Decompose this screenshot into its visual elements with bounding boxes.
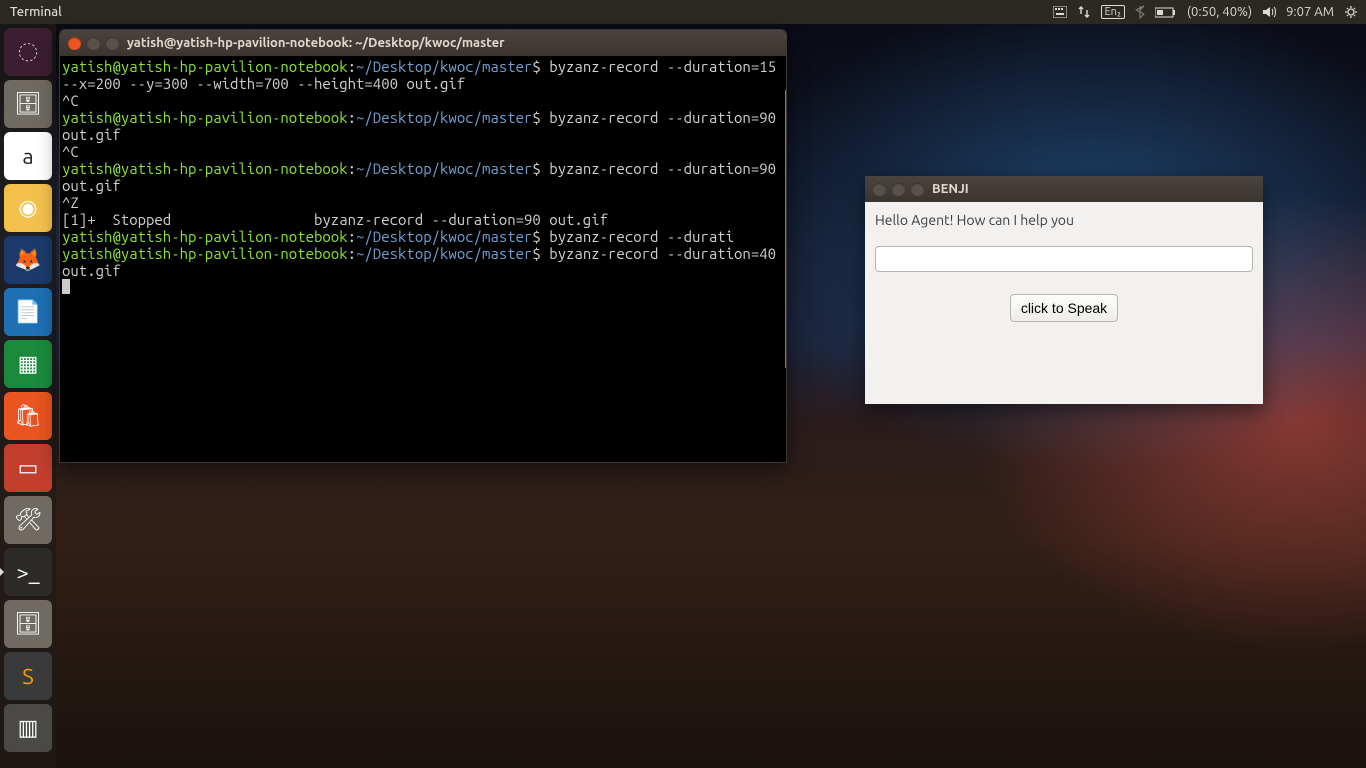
window-maximize-button[interactable]	[106, 37, 119, 50]
top-menubar: Terminal En₂ (0:50, 40%) 9:07 AM	[0, 0, 1366, 24]
clock-text: 9:07 AM	[1286, 5, 1334, 19]
terminal-titlebar[interactable]: yatish@yatish-hp-pavilion-notebook: ~/De…	[60, 30, 786, 56]
unity-launcher: ◌🗄a◉🦊📄▦🛍▭🛠>_🗄S▥	[0, 24, 56, 768]
launcher-software[interactable]: 🛍	[4, 392, 52, 440]
bluetooth-icon[interactable]	[1135, 5, 1145, 19]
network-icon[interactable]	[1077, 5, 1091, 19]
launcher-dash[interactable]: ◌	[4, 28, 52, 76]
window-close-button[interactable]	[873, 183, 886, 196]
benji-speak-button[interactable]: click to Speak	[1010, 294, 1118, 322]
window-close-button[interactable]	[68, 37, 81, 50]
gear-icon[interactable]	[1344, 5, 1358, 19]
keyboard-layout-indicator[interactable]: En₂	[1101, 5, 1125, 19]
window-minimize-button[interactable]	[87, 37, 100, 50]
menubar-app-title: Terminal	[4, 5, 62, 19]
system-tray: En₂ (0:50, 40%) 9:07 AM	[1053, 5, 1362, 19]
benji-greeting: Hello Agent! How can I help you	[875, 212, 1253, 228]
window-maximize-button[interactable]	[911, 183, 924, 196]
launcher-sublime[interactable]: S	[4, 652, 52, 700]
benji-titlebar[interactable]: BENJI	[865, 176, 1263, 202]
launcher-files2[interactable]: 🗄	[4, 600, 52, 648]
launcher-workspace[interactable]: ▥	[4, 704, 52, 752]
launcher-settings[interactable]: 🛠	[4, 496, 52, 544]
benji-title-text: BENJI	[932, 182, 969, 196]
launcher-impress[interactable]: ▭	[4, 444, 52, 492]
launcher-chrome[interactable]: ◉	[4, 184, 52, 232]
terminal-cursor	[62, 279, 70, 294]
volume-icon[interactable]	[1262, 6, 1276, 18]
terminal-body[interactable]: yatish@yatish-hp-pavilion-notebook:~/Des…	[60, 56, 786, 299]
launcher-terminal[interactable]: >_	[4, 548, 52, 596]
benji-input[interactable]	[875, 246, 1253, 272]
launcher-calc[interactable]: ▦	[4, 340, 52, 388]
terminal-window[interactable]: yatish@yatish-hp-pavilion-notebook: ~/De…	[59, 29, 787, 463]
launcher-amazon[interactable]: a	[4, 132, 52, 180]
battery-icon[interactable]	[1155, 7, 1177, 18]
benji-window[interactable]: BENJI Hello Agent! How can I help you cl…	[865, 176, 1263, 404]
launcher-files[interactable]: 🗄	[4, 80, 52, 128]
terminal-title-text: yatish@yatish-hp-pavilion-notebook: ~/De…	[127, 36, 504, 50]
launcher-writer[interactable]: 📄	[4, 288, 52, 336]
battery-text: (0:50, 40%)	[1187, 5, 1252, 19]
keyboard-icon[interactable]	[1053, 6, 1067, 18]
window-minimize-button[interactable]	[892, 183, 905, 196]
launcher-firefox[interactable]: 🦊	[4, 236, 52, 284]
